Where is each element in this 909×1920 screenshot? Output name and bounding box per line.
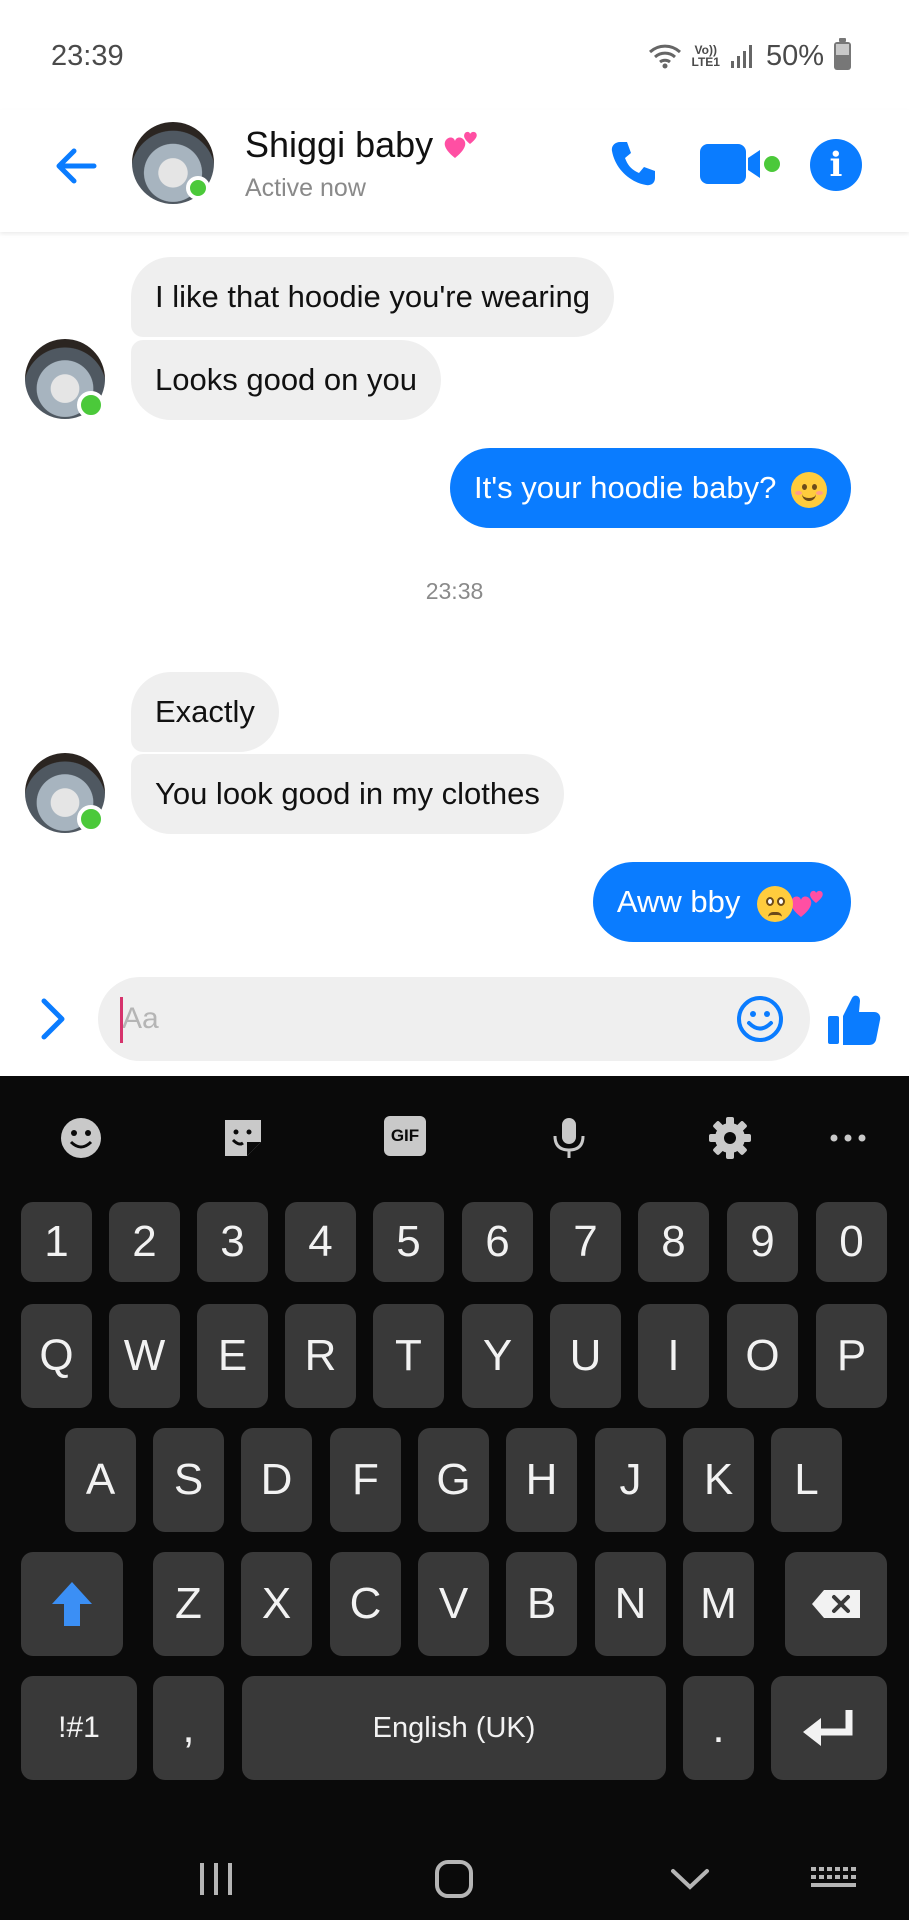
text-caret bbox=[120, 997, 123, 1043]
key-e[interactable]: E bbox=[197, 1304, 268, 1408]
key-k[interactable]: K bbox=[683, 1428, 754, 1532]
backspace-icon bbox=[812, 1590, 860, 1618]
conversation-header: Shiggi baby Active now i bbox=[0, 110, 909, 232]
status-bar: 23:39 Vo)) LTE1 50% bbox=[0, 0, 909, 110]
shift-key[interactable] bbox=[21, 1552, 123, 1656]
enter-key[interactable] bbox=[771, 1676, 887, 1780]
battery-percent: 50% bbox=[765, 39, 824, 72]
contact-active-status: Active now bbox=[245, 174, 366, 202]
more-icon[interactable] bbox=[826, 1116, 870, 1160]
backspace-key[interactable] bbox=[785, 1552, 887, 1656]
keyboard-toolbar: GIF bbox=[0, 1076, 909, 1196]
wifi-icon bbox=[648, 44, 681, 69]
key-o[interactable]: O bbox=[727, 1304, 798, 1408]
online-status-dot bbox=[77, 391, 105, 419]
sticker-icon[interactable] bbox=[221, 1116, 265, 1160]
key-y[interactable]: Y bbox=[462, 1304, 533, 1408]
period-key[interactable]: . bbox=[683, 1676, 754, 1780]
message-input[interactable] bbox=[118, 977, 718, 1061]
space-key[interactable]: English (UK) bbox=[242, 1676, 666, 1780]
key-u[interactable]: U bbox=[550, 1304, 621, 1408]
message-bubble-outgoing[interactable]: It's your hoodie baby? bbox=[450, 448, 851, 528]
key-7[interactable]: 7 bbox=[550, 1202, 621, 1282]
pleading-face-emoji bbox=[757, 885, 793, 922]
settings-gear-icon[interactable] bbox=[708, 1116, 752, 1160]
two-hearts-emoji bbox=[444, 131, 477, 158]
back-icon[interactable] bbox=[660, 1849, 720, 1909]
key-p[interactable]: P bbox=[816, 1304, 887, 1408]
symbols-key[interactable]: !#1 bbox=[21, 1676, 137, 1780]
message-bubble-incoming[interactable]: Looks good on you bbox=[131, 340, 441, 420]
two-hearts-emoji bbox=[790, 890, 823, 917]
key-4[interactable]: 4 bbox=[285, 1202, 356, 1282]
home-icon[interactable] bbox=[424, 1849, 484, 1909]
key-h[interactable]: H bbox=[506, 1428, 577, 1532]
key-w[interactable]: W bbox=[109, 1304, 180, 1408]
comma-key[interactable]: , bbox=[153, 1676, 224, 1780]
emoji-picker-icon[interactable] bbox=[735, 994, 785, 1044]
on-screen-keyboard: GIF 1 2 3 4 5 6 7 8 9 0 Q W E R T Y U I … bbox=[0, 1076, 909, 1920]
message-list: I like that hoodie you're wearing Looks … bbox=[0, 232, 909, 1072]
key-8[interactable]: 8 bbox=[638, 1202, 709, 1282]
emoji-icon[interactable] bbox=[59, 1116, 103, 1160]
battery-icon bbox=[834, 38, 851, 70]
key-x[interactable]: X bbox=[241, 1552, 312, 1656]
key-l[interactable]: L bbox=[771, 1428, 842, 1532]
message-bubble-incoming[interactable]: You look good in my clothes bbox=[131, 754, 564, 834]
status-indicators: Vo)) LTE1 50% bbox=[648, 38, 851, 74]
online-status-dot bbox=[77, 805, 105, 833]
key-j[interactable]: J bbox=[595, 1428, 666, 1532]
key-r[interactable]: R bbox=[285, 1304, 356, 1408]
message-bubble-outgoing[interactable]: Aww bby bbox=[592, 862, 851, 942]
key-3[interactable]: 3 bbox=[197, 1202, 268, 1282]
key-q[interactable]: Q bbox=[21, 1304, 92, 1408]
enter-return-icon bbox=[803, 1710, 853, 1746]
key-a[interactable]: A bbox=[65, 1428, 136, 1532]
key-i[interactable]: I bbox=[638, 1304, 709, 1408]
key-5[interactable]: 5 bbox=[373, 1202, 444, 1282]
key-c[interactable]: C bbox=[330, 1552, 401, 1656]
status-time: 23:39 bbox=[51, 40, 124, 72]
key-f[interactable]: F bbox=[330, 1428, 401, 1532]
key-t[interactable]: T bbox=[373, 1304, 444, 1408]
key-m[interactable]: M bbox=[683, 1552, 754, 1656]
network-type-label: Vo)) LTE1 bbox=[691, 43, 720, 69]
keyboard-switch-icon[interactable] bbox=[803, 1849, 863, 1909]
key-2[interactable]: 2 bbox=[109, 1202, 180, 1282]
key-6[interactable]: 6 bbox=[462, 1202, 533, 1282]
online-status-dot bbox=[186, 176, 210, 200]
key-z[interactable]: Z bbox=[153, 1552, 224, 1656]
message-bubble-incoming[interactable]: Exactly bbox=[131, 672, 279, 752]
key-b[interactable]: B bbox=[506, 1552, 577, 1656]
back-arrow-icon[interactable] bbox=[50, 140, 102, 192]
thumbs-up-like-icon[interactable] bbox=[826, 992, 882, 1048]
system-navigation-bar bbox=[0, 1839, 909, 1920]
video-call-icon[interactable] bbox=[698, 136, 782, 192]
key-v[interactable]: V bbox=[418, 1552, 489, 1656]
message-composer bbox=[0, 962, 909, 1076]
signal-icon bbox=[730, 45, 752, 68]
key-0[interactable]: 0 bbox=[816, 1202, 887, 1282]
shift-arrow-icon bbox=[52, 1582, 92, 1626]
message-bubble-incoming[interactable]: I like that hoodie you're wearing bbox=[131, 257, 615, 337]
gif-icon[interactable]: GIF bbox=[384, 1116, 426, 1156]
recent-apps-icon[interactable] bbox=[186, 1849, 246, 1909]
message-input-box[interactable] bbox=[98, 977, 810, 1061]
key-d[interactable]: D bbox=[241, 1428, 312, 1532]
contact-name[interactable]: Shiggi baby bbox=[245, 124, 481, 166]
voice-call-icon[interactable] bbox=[605, 136, 661, 192]
key-n[interactable]: N bbox=[595, 1552, 666, 1656]
key-1[interactable]: 1 bbox=[21, 1202, 92, 1282]
key-9[interactable]: 9 bbox=[727, 1202, 798, 1282]
key-s[interactable]: S bbox=[153, 1428, 224, 1532]
key-g[interactable]: G bbox=[418, 1428, 489, 1532]
smiling-blush-emoji bbox=[791, 471, 827, 508]
microphone-icon[interactable] bbox=[547, 1116, 591, 1160]
chevron-right-icon[interactable] bbox=[38, 997, 68, 1041]
message-timestamp: 23:38 bbox=[425, 578, 484, 604]
conversation-info-icon[interactable]: i bbox=[810, 139, 862, 191]
